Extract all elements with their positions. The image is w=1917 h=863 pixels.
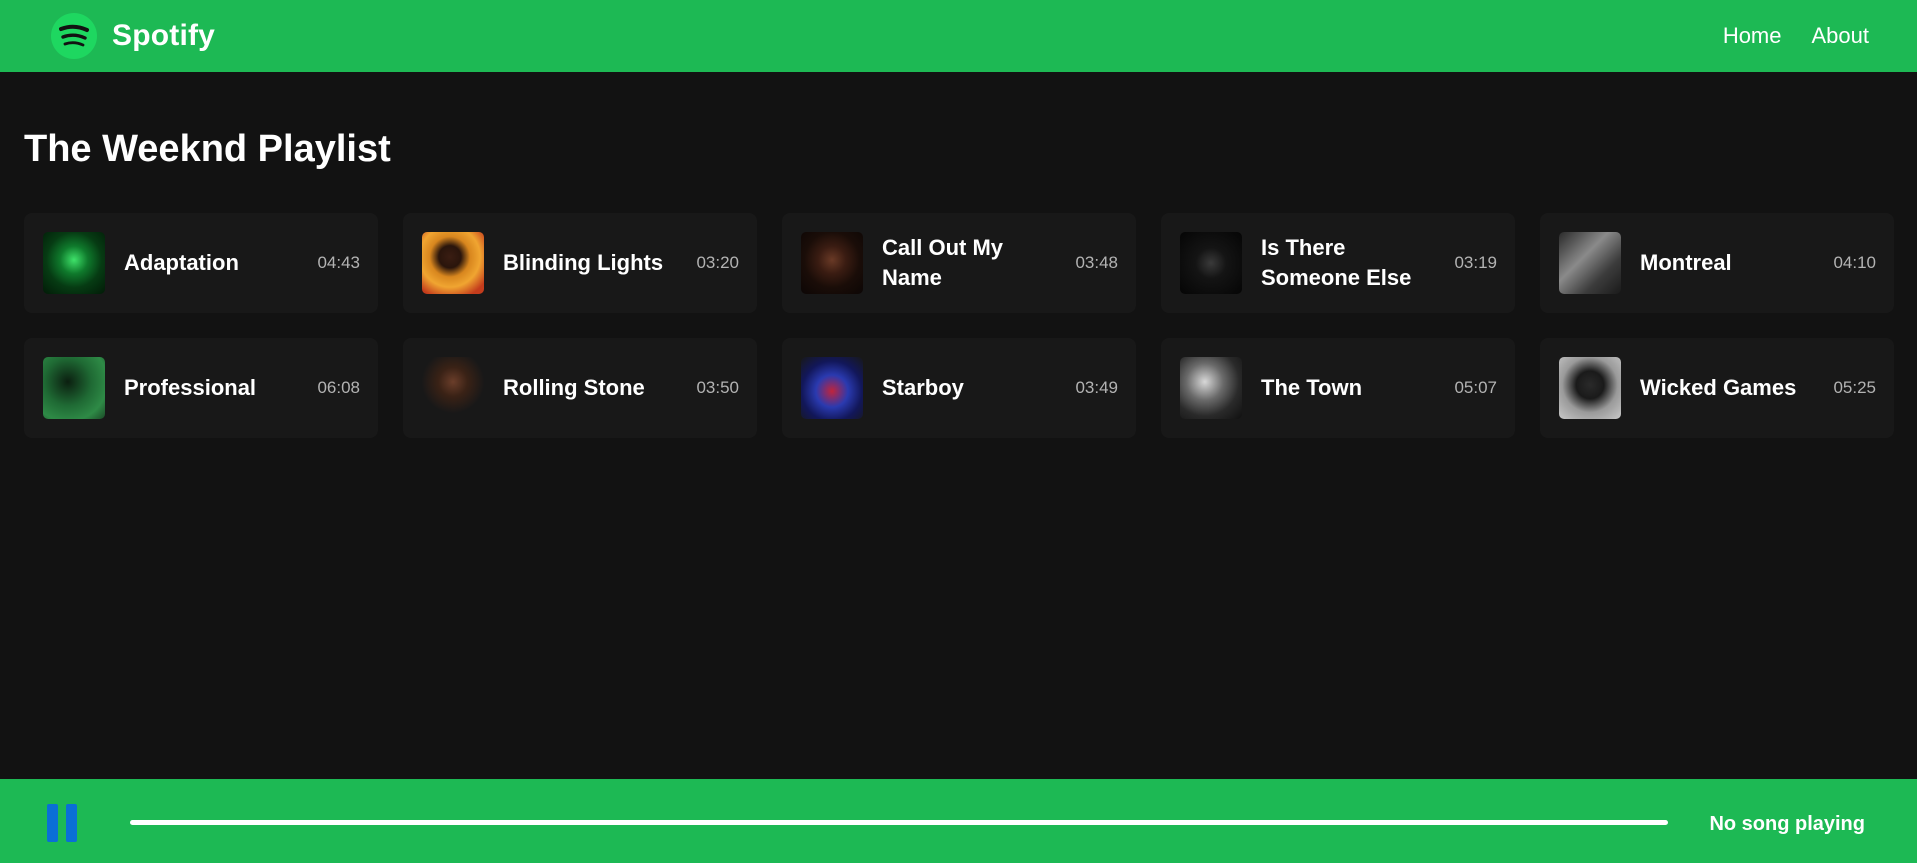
main-nav: Home About <box>1723 23 1869 49</box>
album-cover-image <box>422 232 484 294</box>
song-card[interactable]: Blinding Lights 03:20 <box>403 213 757 313</box>
song-duration: 03:49 <box>1075 378 1118 397</box>
song-title: Is There Someone Else <box>1261 235 1412 290</box>
album-cover-image <box>801 357 863 419</box>
song-title: Wicked Games <box>1640 375 1797 400</box>
song-duration: 03:20 <box>696 253 739 272</box>
pause-icon[interactable] <box>47 804 79 842</box>
song-card[interactable]: Rolling Stone 03:50 <box>403 338 757 438</box>
player-bar: No song playing <box>0 779 1917 863</box>
album-cover-image <box>1180 232 1242 294</box>
pause-bar-right <box>66 804 77 842</box>
song-duration: 06:08 <box>317 378 360 397</box>
song-title: Montreal <box>1640 250 1732 275</box>
song-title: Starboy <box>882 375 964 400</box>
brand-link[interactable]: Spotify <box>50 12 215 60</box>
nav-home-link[interactable]: Home <box>1723 23 1782 49</box>
song-title: Professional <box>124 375 257 400</box>
spotify-logo-icon <box>51 13 97 59</box>
album-cover-image <box>43 232 105 294</box>
nav-about-link[interactable]: About <box>1812 23 1870 49</box>
song-card[interactable]: Adaptation 04:43 <box>24 213 378 313</box>
progress-bar[interactable] <box>130 820 1668 825</box>
song-duration: 03:50 <box>696 378 739 397</box>
song-grid: Adaptation 04:43 Blinding Lights 03:20 C… <box>24 213 1894 438</box>
page-title: The Weeknd Playlist <box>24 128 391 170</box>
album-cover-image <box>1559 357 1621 419</box>
song-duration: 03:48 <box>1075 253 1118 272</box>
playlist-page: The Weeknd Playlist Adaptation 04:43 Bli… <box>0 72 1917 779</box>
album-cover-image <box>43 357 105 419</box>
song-card[interactable]: Call Out My Name 03:48 <box>782 213 1136 313</box>
album-cover-image <box>801 232 863 294</box>
song-card[interactable]: Starboy 03:49 <box>782 338 1136 438</box>
song-card[interactable]: Wicked Games 05:25 <box>1540 338 1894 438</box>
album-cover-image <box>1559 232 1621 294</box>
pause-bar-left <box>47 804 58 842</box>
album-cover-image <box>1180 357 1242 419</box>
song-card[interactable]: Professional 06:08 <box>24 338 378 438</box>
song-card[interactable]: The Town 05:07 <box>1161 338 1515 438</box>
song-title: Adaptation <box>124 250 239 275</box>
song-title: Blinding Lights <box>503 250 664 275</box>
song-title: The Town <box>1261 375 1363 400</box>
song-card[interactable]: Montreal 04:10 <box>1540 213 1894 313</box>
song-duration: 04:10 <box>1833 253 1876 272</box>
now-playing-status: No song playing <box>1709 813 1865 835</box>
song-title: Rolling Stone <box>503 375 645 400</box>
song-card[interactable]: Is There Someone Else 03:19 <box>1161 213 1515 313</box>
brand-name: Spotify <box>112 19 216 52</box>
album-cover-image <box>422 357 484 419</box>
song-duration: 05:25 <box>1833 378 1876 397</box>
song-duration: 05:07 <box>1454 378 1497 397</box>
song-title: Call Out My Name <box>882 235 1004 290</box>
song-duration: 03:19 <box>1454 253 1497 272</box>
top-navbar: Spotify Home About <box>0 0 1917 72</box>
song-duration: 04:43 <box>317 253 360 272</box>
